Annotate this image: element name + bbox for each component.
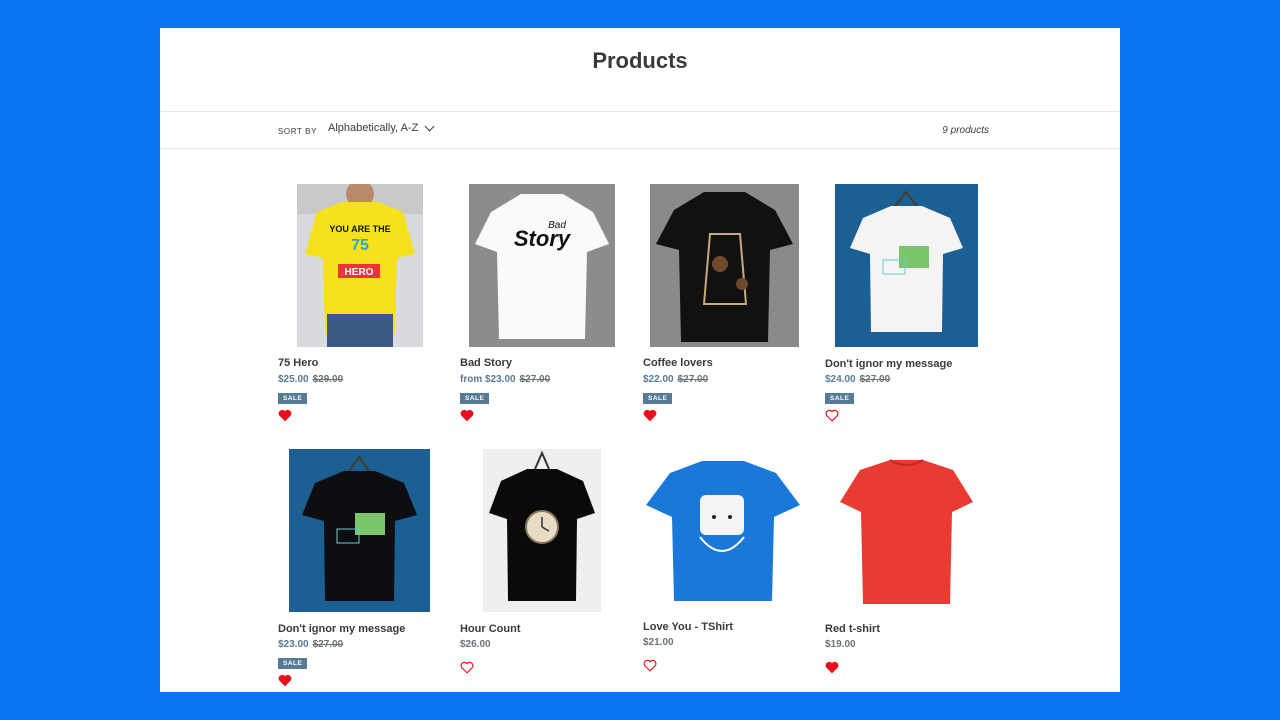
heart-outline-icon[interactable] <box>825 409 839 422</box>
sort-value: Alphabetically, A-Z <box>328 122 419 134</box>
heart-icon[interactable] <box>278 409 292 422</box>
heart-icon[interactable] <box>643 409 657 422</box>
product-title[interactable]: 75 Hero <box>278 357 318 369</box>
product-image[interactable]: Story Bad <box>469 184 615 347</box>
product-price: $22.00 $27.00 <box>643 374 709 385</box>
sort-select[interactable]: Alphabetically, A-Z <box>328 121 435 134</box>
product-title[interactable]: Hour Count <box>460 623 520 635</box>
svg-text:YOU ARE THE: YOU ARE THE <box>329 224 390 234</box>
product-title[interactable]: Bad Story <box>460 357 512 369</box>
collection-page: Products Sort by Alphabetically, A-Z 9 p… <box>160 28 1120 692</box>
heart-outline-icon[interactable] <box>643 659 657 672</box>
product-price: $23.00 $27.00 <box>278 639 344 650</box>
svg-text:Bad: Bad <box>548 220 566 231</box>
page-title: Products <box>592 48 688 73</box>
heart-icon[interactable] <box>278 674 292 687</box>
compare-price: $27.00 <box>677 374 709 385</box>
compare-price: $27.00 <box>859 374 891 385</box>
heart-icon[interactable] <box>460 409 474 422</box>
compare-price: $27.00 <box>312 639 344 650</box>
product-image[interactable] <box>289 449 430 612</box>
product-image[interactable] <box>483 449 601 612</box>
heart-icon[interactable] <box>825 661 839 674</box>
sale-badge: SALE <box>643 393 673 404</box>
sale-badge: SALE <box>278 658 308 669</box>
compare-price: $29.00 <box>312 374 344 385</box>
product-price: $26.00 <box>460 639 491 650</box>
product-title[interactable]: Red t-shirt <box>825 623 880 635</box>
product-image[interactable] <box>838 456 975 606</box>
svg-text:HERO: HERO <box>345 267 374 278</box>
compare-price: $27.00 <box>519 374 551 385</box>
sale-badge: SALE <box>825 393 855 404</box>
product-title[interactable]: Love You - TShirt <box>643 621 733 633</box>
filter-bar: Sort by Alphabetically, A-Z 9 products <box>160 111 1120 149</box>
chevron-down-icon <box>424 121 435 131</box>
product-image[interactable] <box>650 184 799 347</box>
product-price: $19.00 <box>825 639 856 650</box>
product-title[interactable]: Coffee lovers <box>643 357 713 369</box>
product-image[interactable] <box>642 455 804 605</box>
sort-label: Sort by <box>278 127 318 136</box>
product-price: $21.00 <box>643 637 674 648</box>
product-price: $24.00 $27.00 <box>825 374 891 385</box>
product-image[interactable]: YOU ARE THE 75 HERO <box>297 184 423 347</box>
product-title[interactable]: Don't ignor my message <box>825 358 952 370</box>
product-price: from $23.00 $27.00 <box>460 374 551 385</box>
product-image[interactable] <box>835 184 978 347</box>
sale-badge: SALE <box>460 393 490 404</box>
sale-badge: SALE <box>278 393 308 404</box>
product-count: 9 products <box>942 125 989 136</box>
product-title[interactable]: Don't ignor my message <box>278 623 405 635</box>
svg-text:75: 75 <box>351 237 369 254</box>
product-price: $25.00 $29.00 <box>278 374 344 385</box>
heart-outline-icon[interactable] <box>460 661 474 674</box>
